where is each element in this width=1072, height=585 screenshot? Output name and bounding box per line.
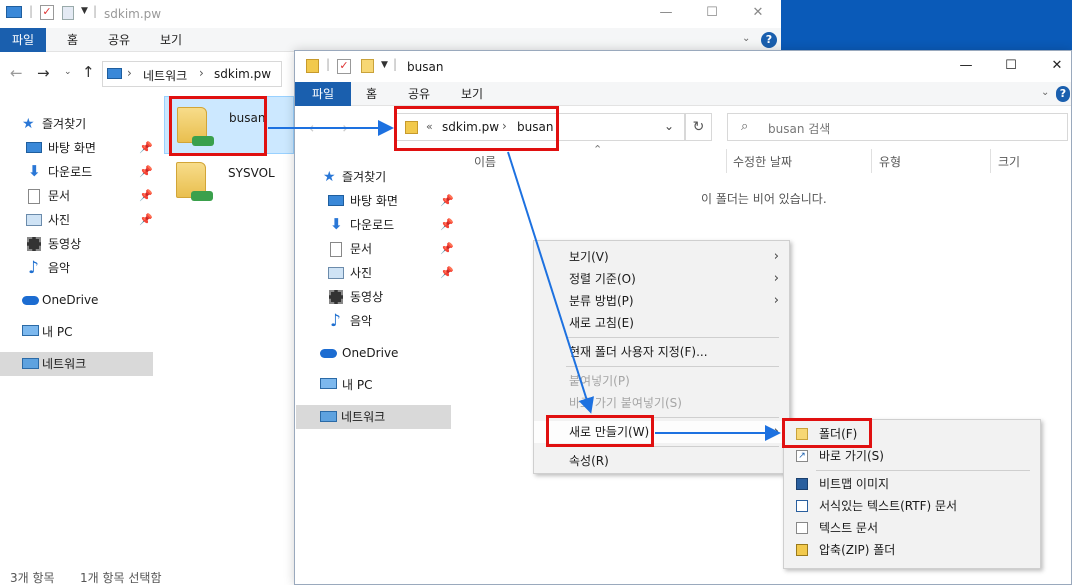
annotation-arrows [268,120,781,441]
arrow-to-new-menu [507,151,594,414]
